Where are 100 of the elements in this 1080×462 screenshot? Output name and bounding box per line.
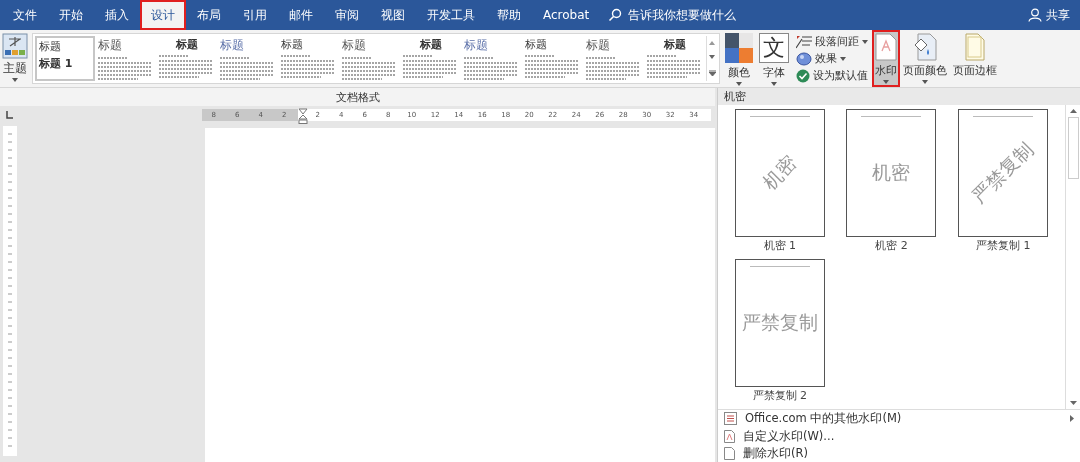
style-title: 标题 [525,37,548,52]
text-lines-drawing [647,54,701,78]
menu-item[interactable]: Office.com 中的其他水印(M) [718,410,1080,428]
text-lines-drawing [403,54,457,78]
style-set-item[interactable]: 标题 [279,36,339,81]
ribbon-tab[interactable]: 开始 [48,0,94,30]
ribbon-tab[interactable]: 视图 [370,0,416,30]
style-title: 标题 [176,37,198,52]
ribbon-tab[interactable]: 设计 [140,0,186,30]
text-lines-drawing [281,54,335,78]
watermark-option[interactable]: 机密 机密 1 [724,109,836,260]
option-label: 机密 1 [763,238,797,254]
ribbon-tab[interactable]: Acrobat [532,0,601,30]
person-icon [1028,8,1042,22]
ribbon-tab[interactable]: 邮件 [278,0,324,30]
style-title: 标题 [39,39,62,54]
page-paint-icon [913,33,937,61]
group-label: 文档格式 [335,89,380,105]
caret-icon [12,78,18,82]
watermark-option[interactable]: 严禁复制 严禁复制 1 [947,109,1059,260]
ribbon-tab[interactable]: 文件 [2,0,48,30]
tab-stop-icon[interactable] [4,110,14,120]
scrollbar[interactable] [1065,105,1080,410]
style-title: 标题 [586,37,611,54]
style-set-item[interactable]: 标题 [462,36,522,81]
style-set-item[interactable]: 标题 [523,36,583,81]
effects-button[interactable]: 效果 [796,51,868,66]
caret-icon [922,80,928,84]
down-arrow-icon [709,55,715,60]
caret-icon [883,80,889,84]
watermark-option[interactable]: 严禁复制 严禁复制 2 [724,259,836,410]
tell-me-field[interactable]: 告诉我你想要做什么 [626,7,761,23]
menu-item[interactable]: 自定义水印(W)... [718,427,1080,445]
option-label: 严禁复制 2 [752,388,808,404]
colors-button[interactable]: 颜色 [722,30,756,87]
ribbon-tab[interactable]: 帮助 [486,0,532,30]
document-icon [724,429,735,443]
watermark-text: 机密 [872,160,911,186]
page-borders-button[interactable]: 页面边框 [950,30,1000,87]
theme-icon [2,33,28,59]
style-set-item[interactable]: 标题 [340,36,400,81]
style-title: 标题 [464,37,489,54]
text-lines-drawing [159,54,213,78]
text-lines-drawing [464,56,518,80]
style-title: 标题 [664,37,686,52]
check-circle-icon [796,68,810,83]
more-icon [708,69,716,76]
paragraph-spacing-button[interactable]: 段落间距 [796,34,868,49]
menu-item[interactable]: 删除水印(R) [718,444,1080,462]
option-label: 机密 2 [875,238,908,254]
style-title: 标题 [420,37,442,52]
style-set-item[interactable]: 标题 [584,36,644,81]
set-as-default-button[interactable]: 设为默认值 [796,68,868,83]
ribbon-tab[interactable]: 审阅 [324,0,370,30]
watermark-button[interactable]: 水印 [872,30,900,87]
text-lines-drawing [98,56,152,80]
watermark-text: 严禁复制 [967,137,1039,210]
text-lines-drawing [220,56,274,80]
scrollbar-thumb[interactable] [1067,117,1079,180]
text-lines-drawing [525,54,579,78]
gallery-icon [724,412,737,426]
option-label: 严禁复制 1 [975,238,1031,254]
gallery-scrollbar[interactable] [706,36,717,81]
style-set-item[interactable]: 标题 标题 1 [35,36,95,81]
ribbon-tab[interactable]: 布局 [186,0,232,30]
fonts-button[interactable]: 文 字体 [756,30,792,87]
style-set-item[interactable]: 标题 [401,36,461,81]
text-lines-drawing [342,56,396,80]
caret-icon [840,56,846,61]
caret-icon [771,82,777,86]
section-header: 机密 [724,89,746,105]
style-set-item[interactable]: 标题 [157,36,217,81]
style-title: 标题 [98,37,123,54]
style-title: 标题 [281,37,304,52]
style-set-item[interactable]: 标题 [645,36,705,81]
down-arrow-icon [1069,401,1077,406]
style-set-item[interactable]: 标题 [96,36,156,81]
document-icon [875,33,897,61]
style-heading: 标题 1 [39,56,74,71]
ribbon-tab[interactable]: 插入 [94,0,140,30]
watermark-text: 严禁复制 [741,310,818,336]
search-icon [608,8,623,22]
themes-button[interactable]: 主题 [0,30,30,87]
style-set-item[interactable]: 标题 [218,36,278,81]
page-border-icon [965,33,985,61]
watermark-text: 机密 [757,150,802,196]
color-swatch-icon [725,33,753,63]
effects-icon [796,51,812,66]
share-button[interactable]: 共享 [1018,0,1080,30]
text-lines-drawing [586,56,640,80]
caret-icon [736,82,742,86]
style-title: 标题 [342,37,367,54]
page-color-button[interactable]: 页面颜色 [900,30,950,87]
caret-icon [862,39,868,44]
indent-marker-icon[interactable] [298,108,308,124]
watermark-option[interactable]: 机密 机密 2 [835,109,948,260]
up-arrow-icon [709,41,715,46]
paragraph-spacing-icon [796,34,812,49]
ribbon-tab[interactable]: 引用 [232,0,278,30]
ribbon-tab[interactable]: 开发工具 [416,0,486,30]
